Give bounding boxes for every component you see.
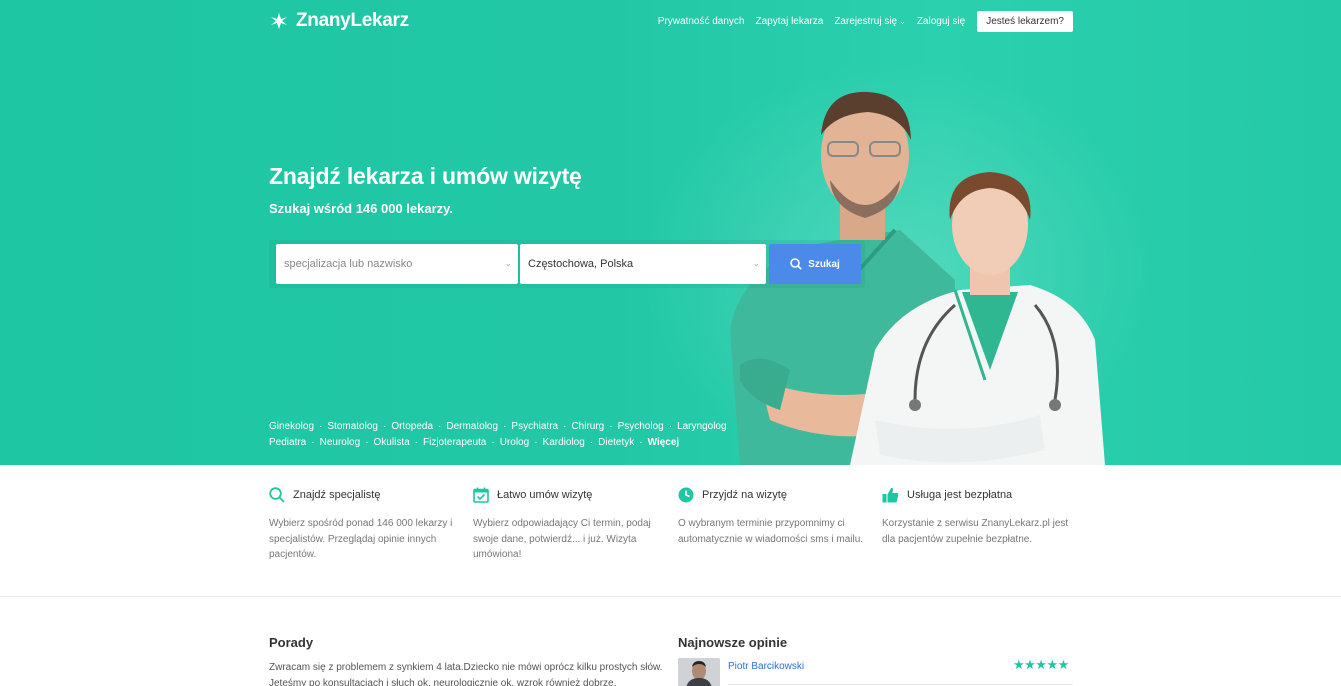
feature-description: O wybranym terminie przypomnimy ci autom… <box>678 518 864 545</box>
feature-title: Usługa jest bezpłatna <box>907 489 1013 501</box>
location-value: Częstochowa, Polska <box>528 258 634 270</box>
opinions-section-title: Najnowsze opinie <box>678 635 788 650</box>
nav-privacy-link[interactable]: Prywatność danych <box>658 16 745 27</box>
hero-subtitle: Szukaj wśród 146 000 lekarzy. <box>269 201 454 216</box>
advice-section-title: Porady <box>269 635 314 650</box>
specialty-placeholder: specjalizacja lub nazwisko <box>284 258 413 270</box>
brand-logo[interactable]: ZnanyLekarz <box>269 9 409 33</box>
feature-title: Łatwo umów wizytę <box>497 489 593 501</box>
specialty-link[interactable]: Stomatolog <box>327 421 378 432</box>
feature-description: Korzystanie z serwisu ZnanyLekarz.pl jes… <box>882 518 1069 545</box>
specialty-link[interactable]: Chirurg <box>571 421 604 432</box>
feature-book-visit: Łatwo umów wizytę Wybierz odpowiadający … <box>473 486 668 563</box>
nav-register-label: Zarejestruj się <box>834 15 898 27</box>
feature-free-service: Usługa jest bezpłatna Korzystanie z serw… <box>882 486 1077 547</box>
search-button-label: Szukaj <box>808 258 840 270</box>
chevron-down-icon: ⌄ <box>899 16 906 26</box>
specialty-link[interactable]: Ortopeda <box>391 421 433 432</box>
specialty-link[interactable]: Neurolog <box>320 437 361 448</box>
feature-description: Wybierz spośród ponad 146 000 lekarzy i … <box>269 518 453 560</box>
specialty-link[interactable]: Fizjoterapeuta <box>423 437 486 448</box>
advice-question-text[interactable]: Zwracam się z problemem z synkiem 4 lata… <box>269 660 665 686</box>
calendar-check-icon <box>473 487 489 503</box>
feature-description: Wybierz odpowiadający Ci termin, podaj s… <box>473 518 651 560</box>
nav-ask-doctor-link[interactable]: Zapytaj lekarza <box>756 16 824 27</box>
specialty-link[interactable]: Dietetyk <box>598 437 634 448</box>
logo-icon <box>271 13 287 29</box>
specialty-links-row-1: Ginekolog · Stomatolog · Ortopeda · Dermato… <box>269 421 727 432</box>
chevron-down-icon: ⌄ <box>504 258 512 268</box>
specialty-link[interactable]: Psycholog <box>618 421 664 432</box>
search-bar: specjalizacja lub nazwisko ⌄ Częstochowa… <box>269 240 865 288</box>
feature-title: Znajdź specjalistę <box>293 489 381 501</box>
feature-header: Znajdź specjalistę <box>269 486 464 504</box>
top-nav: Prywatność danych Zapytaj lekarza Zareje… <box>647 10 1073 32</box>
search-icon <box>269 487 285 503</box>
hero-section: ZnanyLekarz Prywatność danych Zapytaj le… <box>0 0 1341 465</box>
search-icon <box>790 258 802 270</box>
specialty-link[interactable]: Dermatolog <box>446 421 498 432</box>
specialty-link[interactable]: Okulista <box>374 437 410 448</box>
feature-header: Łatwo umów wizytę <box>473 486 668 504</box>
thumbs-up-icon <box>882 487 899 503</box>
more-specialties-link[interactable]: Więcej <box>648 437 680 448</box>
chevron-down-icon: ⌄ <box>752 258 760 268</box>
specialty-input[interactable]: specjalizacja lub nazwisko ⌄ <box>276 244 518 284</box>
specialty-link[interactable]: Pediatra <box>269 437 306 448</box>
specialty-link[interactable]: Psychiatra <box>511 421 558 432</box>
location-input[interactable]: Częstochowa, Polska ⌄ <box>520 244 766 284</box>
feature-header: Przyjdź na wizytę <box>678 486 873 504</box>
specialty-link[interactable]: Laryngolog <box>677 421 726 432</box>
nav-register-link[interactable]: Zarejestruj się ⌄ <box>834 16 906 27</box>
specialty-link[interactable]: Ginekolog <box>269 421 314 432</box>
feature-header: Usługa jest bezpłatna <box>882 486 1077 504</box>
search-button[interactable]: Szukaj <box>769 244 861 284</box>
divider <box>728 684 1073 685</box>
nav-login-link[interactable]: Zaloguj się <box>917 16 965 27</box>
feature-attend-visit: Przyjdź na wizytę O wybranym terminie pr… <box>678 486 873 547</box>
feature-find-specialist: Znajdź specjalistę Wybierz spośród ponad… <box>269 486 464 563</box>
avatar[interactable] <box>678 658 720 686</box>
clock-icon <box>678 487 694 503</box>
specialty-link[interactable]: Kardiolog <box>543 437 585 448</box>
hero-title: Znajdź lekarza i umów wizytę <box>269 163 582 189</box>
opinion-author-link[interactable]: Piotr Barcikowski <box>728 661 804 672</box>
features-section: Znajdź specjalistę Wybierz spośród ponad… <box>0 465 1341 597</box>
specialty-link[interactable]: Urolog <box>500 437 529 448</box>
person-photo <box>678 658 720 686</box>
doctor-signup-button[interactable]: Jesteś lekarzem? <box>977 10 1073 32</box>
brand-name: ZnanyLekarz <box>296 10 409 31</box>
rating-stars: ★★★★★ <box>1013 657 1069 672</box>
specialty-links-row-2: Pediatra · Neurolog · Okulista · Fizjoterap… <box>269 437 680 448</box>
feature-title: Przyjdź na wizytę <box>702 489 787 501</box>
